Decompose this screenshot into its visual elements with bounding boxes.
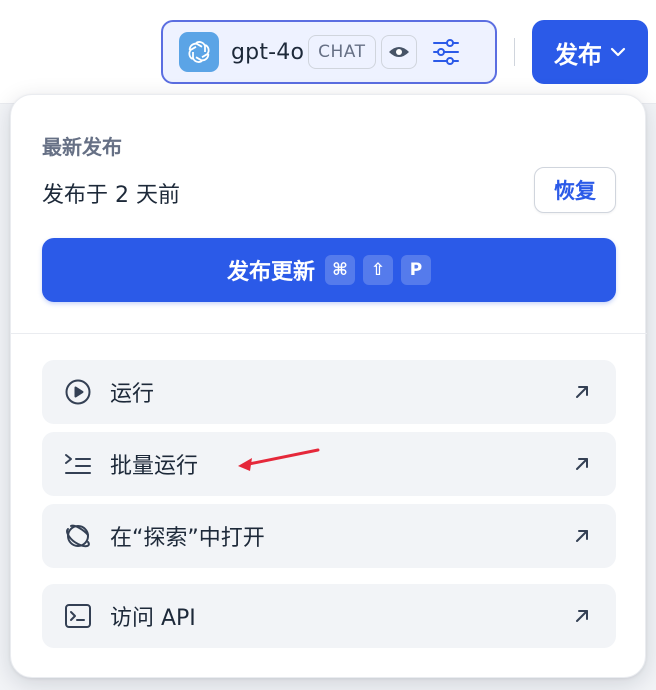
model-selector[interactable]: gpt-4o CHAT <box>161 20 497 84</box>
model-mode-tag: CHAT <box>308 35 376 69</box>
play-circle-icon <box>64 378 92 406</box>
latest-publish-heading: 最新发布 <box>42 135 122 159</box>
access-api-label: 访问 API <box>110 606 196 631</box>
p-key: P <box>401 255 431 285</box>
batch-run-action[interactable]: 批量运行 <box>42 432 616 496</box>
chevron-down-icon <box>610 47 626 57</box>
shift-key: ⇧ <box>363 255 393 285</box>
batch-run-action-label: 批量运行 <box>110 454 199 479</box>
publish-button-label: 发布 <box>554 40 602 69</box>
publish-update-button[interactable]: 发布更新 ⌘ ⇧ P <box>42 238 616 302</box>
arrow-up-right-icon <box>572 454 592 474</box>
command-key: ⌘ <box>325 255 355 285</box>
run-action[interactable]: 运行 <box>42 360 616 424</box>
arrow-up-right-icon <box>572 382 592 402</box>
model-name: gpt-4o <box>231 39 305 65</box>
restore-button[interactable]: 恢复 <box>534 167 616 213</box>
toolbar-divider <box>514 38 515 66</box>
open-in-explore-action[interactable]: 在“探索”中打开 <box>42 504 616 568</box>
open-in-explore-label: 在“探索”中打开 <box>110 526 265 551</box>
access-api-action[interactable]: 访问 API <box>42 584 616 648</box>
publish-dropdown-panel: 最新发布 发布于 2 天前 恢复 发布更新 ⌘ ⇧ P 运行 批量运行 在“探索… <box>10 94 647 678</box>
sliders-icon[interactable] <box>431 37 461 67</box>
eye-icon <box>380 35 417 69</box>
planet-icon <box>64 522 92 550</box>
batch-run-icon <box>64 450 92 478</box>
top-bar: gpt-4o CHAT 发布 <box>0 0 656 104</box>
publish-update-label: 发布更新 <box>226 260 315 285</box>
published-time: 发布于 2 天前 <box>42 183 180 208</box>
arrow-up-right-icon <box>572 526 592 546</box>
openai-logo-icon <box>179 32 219 72</box>
run-action-label: 运行 <box>110 382 155 407</box>
terminal-icon <box>64 602 92 630</box>
arrow-up-right-icon <box>572 606 592 626</box>
publish-button[interactable]: 发布 <box>532 20 648 84</box>
menu-separator <box>11 333 647 334</box>
